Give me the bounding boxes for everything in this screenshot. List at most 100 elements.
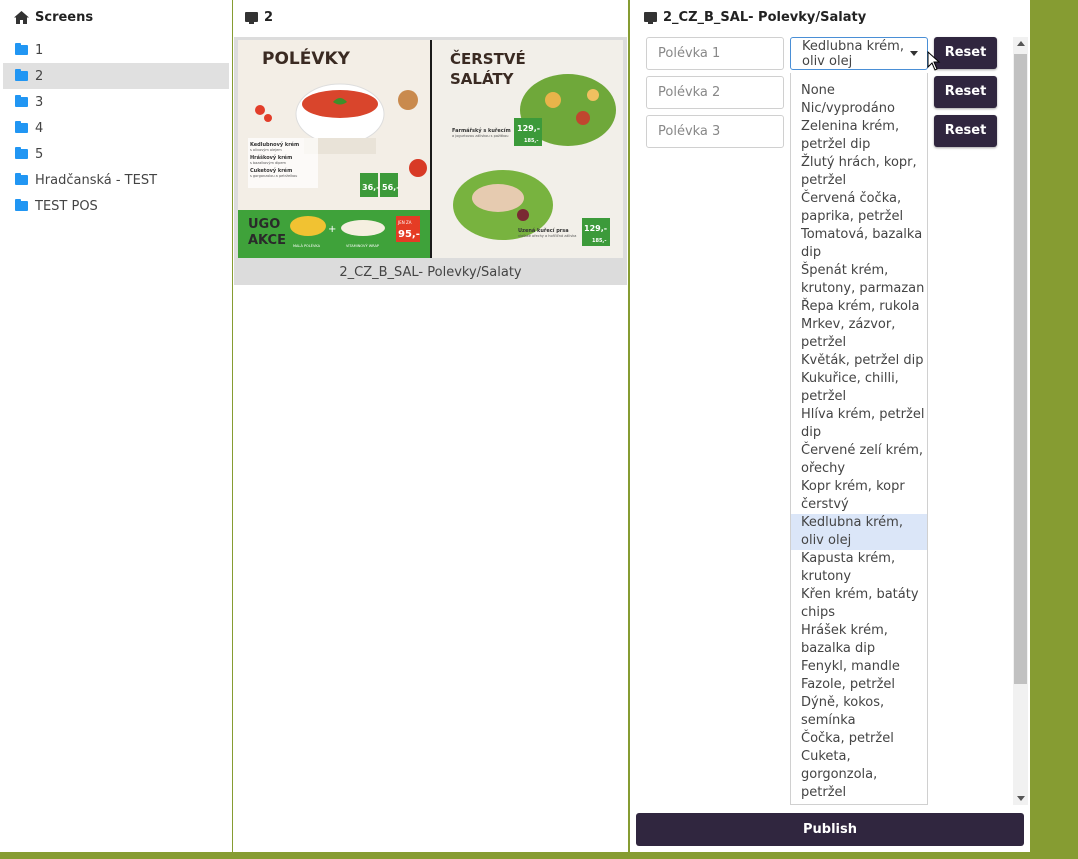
scrollbar[interactable] bbox=[1013, 37, 1028, 805]
screen-preview-image: POLÉVKY Kedlubnový krém s olivovým oleje… bbox=[238, 40, 623, 258]
folder-icon bbox=[15, 147, 28, 159]
reset-button-1[interactable]: Reset bbox=[934, 37, 997, 69]
poster-salad-2-price2: 185,- bbox=[592, 238, 606, 244]
screens-title: Screens bbox=[35, 9, 94, 25]
dropdown-option[interactable]: Hlíva krém, petržel dip bbox=[791, 406, 927, 442]
reset-button-3[interactable]: Reset bbox=[934, 115, 997, 147]
screen-item-label: Hradčanská - TEST bbox=[35, 172, 158, 188]
poster-salad-2-note: vlašské ořechy a hořčičná zálivka bbox=[518, 234, 576, 238]
screen-item-6[interactable]: Hradčanská - TEST bbox=[3, 167, 229, 193]
dropdown-option[interactable]: Květák, petržel dip bbox=[791, 352, 927, 370]
dropdown-option[interactable]: Cuketa, gorgonzola, petržel bbox=[791, 748, 927, 802]
dropdown-option[interactable]: Červené zelí krém, ořechy bbox=[791, 442, 927, 478]
poster-left-title: POLÉVKY bbox=[262, 47, 351, 69]
poster-promo-price-note: JEN ZA bbox=[397, 220, 412, 225]
soup-dropdown-list: None Nic/vyprodáno Zelenina krém, petržel … bbox=[790, 73, 928, 805]
screen-item-2[interactable]: 2 bbox=[3, 63, 229, 89]
dropdown-option[interactable]: None bbox=[791, 82, 927, 100]
dropdown-option[interactable]: Kukuřice, chilli, petržel bbox=[791, 370, 927, 406]
poster-left-note-3: s gorgonzolou a petrželkou bbox=[250, 174, 297, 178]
dropdown-option[interactable]: Kapusta krém, krutony bbox=[791, 550, 927, 586]
dropdown-option[interactable]: Červená čočka, paprika, petržel bbox=[791, 190, 927, 226]
dropdown-option[interactable]: Hrášek krém, bazalka dip bbox=[791, 622, 927, 658]
publish-button[interactable]: Publish bbox=[636, 813, 1024, 846]
scrollbar-thumb[interactable] bbox=[1014, 54, 1027, 684]
soup-select[interactable]: Kedlubna krém, oliv olej bbox=[790, 37, 928, 70]
scroll-up-icon[interactable] bbox=[1017, 41, 1025, 46]
poster-salad-1-price: 129,- bbox=[517, 124, 540, 133]
dropdown-option[interactable]: Křen krém, batáty chips bbox=[791, 586, 927, 622]
polevka-2-input[interactable]: Polévka 2 bbox=[646, 76, 784, 109]
dropdown-option[interactable]: Kedlubna krém, oliv olej bbox=[791, 514, 927, 550]
dropdown-option[interactable]: Cizrna, kari, koriandr dip bbox=[791, 802, 927, 804]
poster-price-small: 36,- bbox=[362, 183, 380, 192]
polevka-3-input[interactable]: Polévka 3 bbox=[646, 115, 784, 148]
screen-card[interactable]: POLÉVKY Kedlubnový krém s olivovým oleje… bbox=[234, 37, 627, 285]
dropdown-option[interactable]: Řepa krém, rukola bbox=[791, 298, 927, 316]
mouse-cursor-icon bbox=[927, 51, 941, 71]
screen-item-label: 5 bbox=[35, 146, 44, 162]
poster-left-note-2: s bazalkovým dipem bbox=[250, 161, 287, 165]
screen-item-5[interactable]: 5 bbox=[3, 141, 229, 167]
poster-right-title-1: ČERSTVÉ bbox=[450, 49, 526, 68]
screen-item-1[interactable]: 1 bbox=[3, 37, 229, 63]
screen-detail-title: 2 bbox=[264, 9, 274, 25]
poster-promo-title-1: UGO bbox=[248, 217, 280, 232]
screen-card-caption: 2_CZ_B_SAL- Polevky/Salaty bbox=[339, 265, 522, 280]
screen-item-label: 1 bbox=[35, 42, 44, 58]
screen-detail-panel: 2 POLÉVKY Kedlubnový krém s olivovým ole… bbox=[233, 0, 628, 852]
poster-left-item-3: Cuketový krém bbox=[250, 167, 292, 174]
dropdown-option[interactable]: Dýně, kokos, semínka bbox=[791, 694, 927, 730]
home-icon bbox=[14, 10, 29, 24]
poster-promo-item-1: MALÁ POLÉVKA bbox=[293, 243, 321, 248]
dropdown-option[interactable]: Mrkev, zázvor, petržel bbox=[791, 316, 927, 352]
soup-select-value: Kedlubna krém, oliv olej bbox=[802, 39, 904, 69]
scroll-down-icon[interactable] bbox=[1017, 796, 1025, 801]
folder-icon bbox=[15, 199, 28, 211]
screens-header: Screens bbox=[0, 0, 232, 34]
screen-item-4[interactable]: 4 bbox=[3, 115, 229, 141]
dropdown-option[interactable]: Nic/vyprodáno bbox=[791, 100, 927, 118]
dropdown-option[interactable]: Zelenina krém, petržel dip bbox=[791, 118, 927, 154]
screen-item-label: 4 bbox=[35, 120, 44, 136]
dropdown-option[interactable]: Fazole, petržel bbox=[791, 676, 927, 694]
folder-icon bbox=[15, 95, 28, 107]
poster-left-note-1: s olivovým olejem bbox=[250, 148, 282, 152]
screen-detail-header: 2 bbox=[233, 0, 628, 34]
poster-promo-title-2: AKCE bbox=[248, 233, 286, 248]
poster-promo-plus: + bbox=[328, 224, 336, 235]
poster-salad-2: Uzená kuřecí prsa bbox=[518, 227, 569, 234]
dropdown-option[interactable]: Kopr krém, kopr čerstvý bbox=[791, 478, 927, 514]
reset-button-2[interactable]: Reset bbox=[934, 76, 997, 108]
poster-salad-1: Farmářský s kuřecím bbox=[452, 127, 511, 134]
monitor-icon bbox=[245, 12, 258, 24]
polevka-1-input[interactable]: Polévka 1 bbox=[646, 37, 784, 70]
poster-salad-1-price2: 185,- bbox=[524, 138, 538, 144]
screen-item-3[interactable]: 3 bbox=[3, 89, 229, 115]
screen-item-label: TEST POS bbox=[35, 198, 98, 214]
screen-item-label: 3 bbox=[35, 94, 44, 110]
poster-right-title-2: SALÁTY bbox=[450, 69, 515, 88]
chevron-down-icon bbox=[910, 51, 918, 56]
screen-list: 1 2 3 4 5 Hradčanská - TEST TEST POS bbox=[0, 34, 232, 222]
dropdown-option[interactable]: Žlutý hrách, kopr, petržel bbox=[791, 154, 927, 190]
poster-promo-item-2: VITAMINOVÝ WRAP bbox=[346, 243, 379, 248]
poster-price-large: 56,- bbox=[382, 183, 400, 192]
folder-icon bbox=[15, 121, 28, 133]
screen-item-label: 2 bbox=[35, 68, 44, 84]
poster-salad-1-note: a jogurtovou zálivkou s pažitkou bbox=[452, 134, 508, 138]
folder-icon bbox=[15, 43, 28, 55]
playlist-title: 2_CZ_B_SAL- Polevky/Salaty bbox=[663, 9, 867, 25]
poster-promo-price: 95,- bbox=[398, 229, 420, 240]
dropdown-option[interactable]: Špenát krém, krutony, parmazan bbox=[791, 262, 927, 298]
monitor-icon bbox=[644, 12, 657, 24]
screens-panel: Screens 1 2 3 4 5 Hradčanská - TEST TEST POS bbox=[0, 0, 232, 852]
dropdown-option[interactable]: Čočka, petržel bbox=[791, 730, 927, 748]
poster-left-item-2: Hráškový krém bbox=[250, 154, 292, 161]
dropdown-option[interactable]: Fenykl, mandle bbox=[791, 658, 927, 676]
folder-icon bbox=[15, 69, 28, 81]
playlist-header: 2_CZ_B_SAL- Polevky/Salaty bbox=[630, 0, 1030, 34]
playlist-panel: 2_CZ_B_SAL- Polevky/Salaty Polévka 1 Pol… bbox=[630, 0, 1030, 852]
screen-item-7[interactable]: TEST POS bbox=[3, 193, 229, 219]
dropdown-option[interactable]: Tomatová, bazalka dip bbox=[791, 226, 927, 262]
